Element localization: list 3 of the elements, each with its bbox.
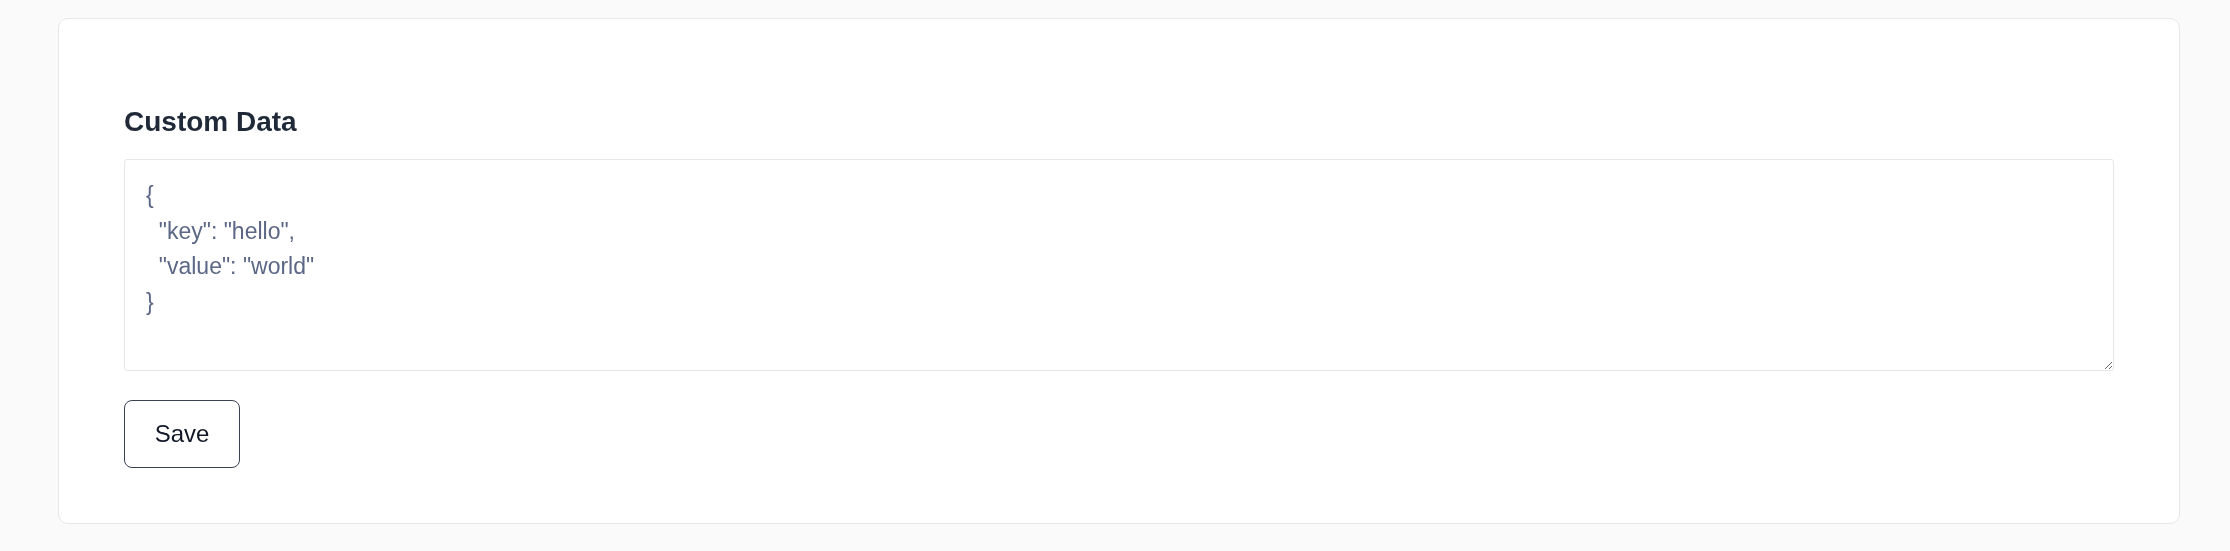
section-title: Custom Data [124, 105, 297, 139]
json-editor-field[interactable]: { "key": "hello", "value": "world" } [124, 159, 2114, 371]
save-button[interactable]: Save [124, 400, 240, 468]
